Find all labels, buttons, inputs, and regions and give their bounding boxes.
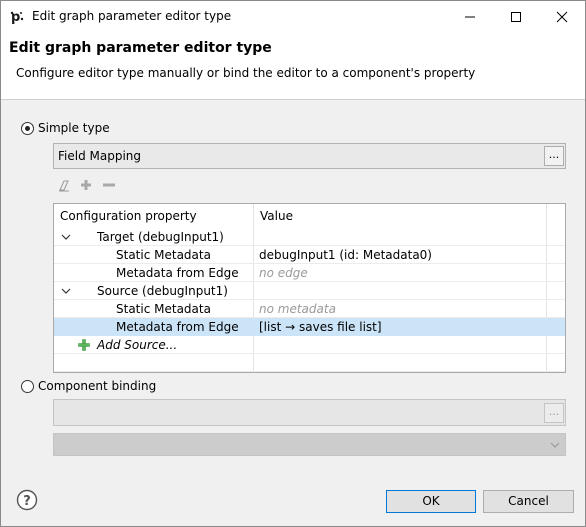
minus-icon — [103, 183, 115, 187]
minimize-icon — [465, 16, 475, 17]
table-row[interactable]: Target (debugInput1) — [54, 228, 565, 246]
table-row[interactable]: Static Metadata no metadata — [54, 300, 565, 318]
configuration-table[interactable]: Configuration property Value Target (deb… — [53, 203, 566, 373]
row-label: Static Metadata — [116, 248, 211, 262]
component-binding-radio-button[interactable] — [21, 379, 34, 393]
column-header-value[interactable]: Value — [254, 204, 546, 228]
close-button[interactable] — [539, 1, 585, 32]
header-title: Edit graph parameter editor type — [9, 40, 272, 56]
chevron-down-icon — [550, 442, 560, 448]
component-binding-label: Component binding — [38, 379, 157, 393]
table-row — [54, 354, 565, 372]
component-binding-radio[interactable]: Component binding — [21, 379, 156, 393]
row-label: Static Metadata — [116, 302, 211, 316]
chevron-down-icon[interactable] — [60, 286, 72, 296]
cancel-button[interactable]: Cancel — [483, 490, 574, 513]
window-title: Edit graph parameter editor type — [32, 9, 232, 23]
minimize-button[interactable] — [447, 1, 493, 32]
chevron-down-icon[interactable] — [60, 232, 72, 242]
component-binding-field[interactable]: ... — [53, 399, 566, 426]
edit-tool-button[interactable] — [57, 177, 71, 193]
remove-tool-button[interactable] — [101, 177, 117, 193]
simple-type-radio[interactable]: Simple type — [21, 121, 110, 135]
row-value: [list → saves file list] — [259, 320, 382, 334]
plus-icon — [81, 180, 91, 190]
header-description: Configure editor type manually or bind t… — [16, 66, 476, 80]
row-label: Target (debugInput1) — [97, 230, 224, 244]
add-tool-button[interactable] — [79, 177, 93, 193]
simple-type-label: Simple type — [38, 121, 110, 135]
dialog-header: Edit graph parameter editor type Configu… — [1, 32, 585, 100]
add-source-label[interactable]: Add Source... — [97, 338, 177, 352]
app-logo-icon: p — [10, 10, 24, 24]
simple-type-radio-button[interactable] — [21, 121, 34, 135]
maximize-icon — [511, 11, 521, 22]
title-bar: p Edit graph parameter editor type — [1, 1, 585, 32]
component-binding-dropdown[interactable] — [53, 433, 566, 456]
help-icon[interactable]: ? — [16, 489, 38, 511]
add-icon[interactable] — [78, 339, 90, 351]
row-label: Source (debugInput1) — [97, 284, 228, 298]
table-row-selected[interactable]: Metadata from Edge [list → saves file li… — [54, 318, 565, 336]
eraser-icon — [58, 180, 69, 191]
simple-type-value: Field Mapping — [58, 149, 142, 163]
component-binding-browse-button[interactable]: ... — [544, 403, 564, 423]
simple-type-browse-button[interactable]: ... — [544, 146, 564, 166]
ok-button[interactable]: OK — [386, 490, 476, 513]
close-icon — [556, 11, 568, 22]
simple-type-field[interactable]: Field Mapping ... — [53, 143, 566, 169]
table-row[interactable]: Metadata from Edge no edge — [54, 264, 565, 282]
dialog-window: p Edit graph parameter editor type Edit … — [0, 0, 586, 527]
svg-text:?: ? — [23, 494, 31, 509]
row-value: no edge — [259, 266, 308, 280]
row-value: debugInput1 (id: Metadata0) — [259, 248, 432, 262]
column-header-property[interactable]: Configuration property — [54, 204, 253, 228]
table-row[interactable]: Static Metadata debugInput1 (id: Metadat… — [54, 246, 565, 264]
table-row[interactable]: Source (debugInput1) — [54, 282, 565, 300]
row-label: Metadata from Edge — [116, 266, 239, 280]
maximize-button[interactable] — [493, 1, 539, 32]
add-source-row[interactable]: Add Source... — [54, 336, 565, 354]
row-value: no metadata — [259, 302, 336, 316]
row-label: Metadata from Edge — [116, 320, 239, 334]
